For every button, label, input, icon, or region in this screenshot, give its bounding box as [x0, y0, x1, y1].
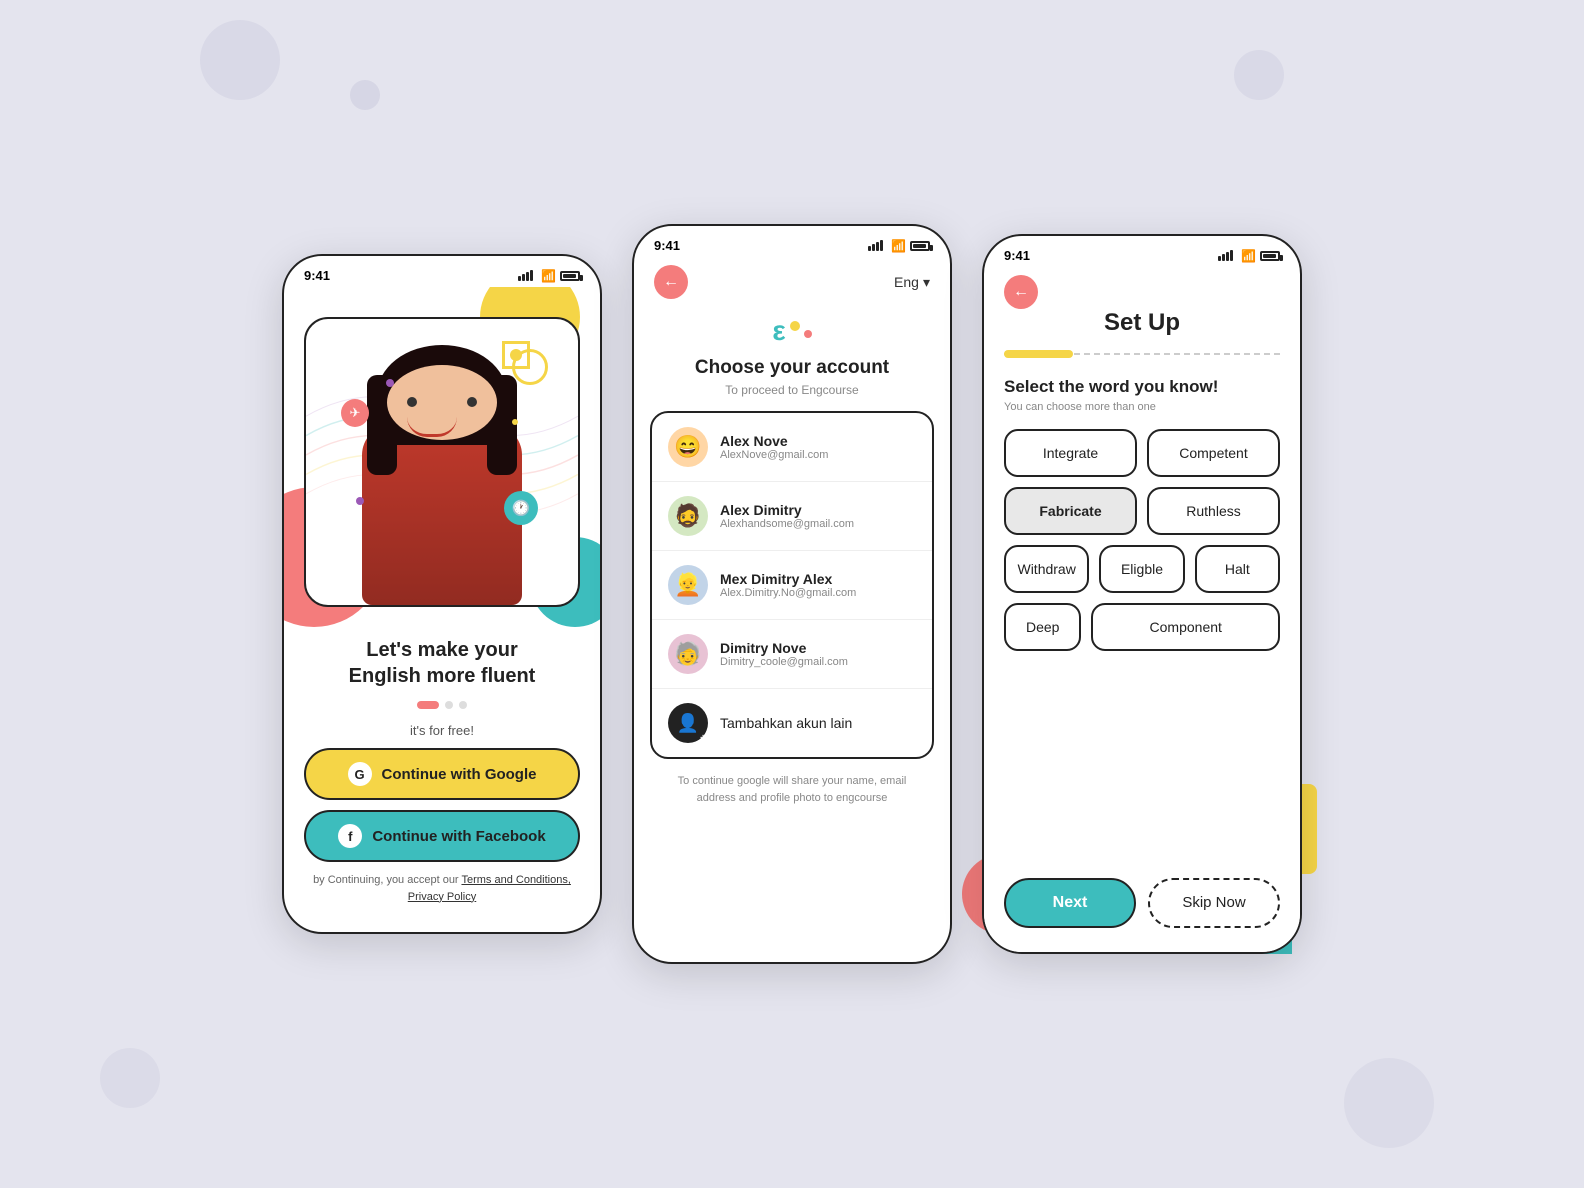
phone-1: 9:41 📶 [282, 254, 602, 934]
avatar-4: 🧓 [668, 634, 708, 674]
deco-dot-4 [510, 349, 522, 361]
words-subtitle: Select the word you know! [1004, 377, 1280, 397]
add-account-item[interactable]: 👤 + Tambahkan akun lain [652, 689, 932, 757]
battery-1 [560, 271, 580, 281]
deco-dot-3 [356, 497, 364, 505]
logo-dot-yellow [790, 321, 800, 331]
phone3-content: Set Up Select the word you know! You can… [984, 309, 1300, 651]
phone1-text: Let's make your English more fluent it's… [284, 627, 600, 738]
deco-dot-1 [386, 379, 394, 387]
accounts-list: 😄 Alex Nove AlexNove@gmail.com 🧔 Alex Di… [650, 411, 934, 759]
phone3-bottom-actions: Next Skip Now [984, 864, 1300, 952]
word-withdraw[interactable]: Withdraw [1004, 545, 1089, 593]
account-item-1[interactable]: 😄 Alex Nove AlexNove@gmail.com [652, 413, 932, 482]
add-account-text: Tambahkan akun lain [720, 715, 852, 731]
phone-3: 9:41 📶 ← Set Up [982, 234, 1302, 954]
google-btn[interactable]: G Continue with Google [304, 748, 580, 800]
hero-card: ✈ 🕐 [304, 317, 580, 607]
time-3: 9:41 [1004, 248, 1030, 263]
deco-send-icon: ✈ [341, 399, 369, 427]
account-info-2: Alex Dimitry Alexhandsome@gmail.com [720, 502, 916, 530]
phone2-header: ← Eng ▾ [634, 257, 950, 299]
dot-1 [417, 701, 439, 709]
word-component[interactable]: Component [1091, 603, 1280, 651]
time-1: 9:41 [304, 268, 330, 283]
free-label: it's for free! [304, 723, 580, 738]
phone3-header: ← [984, 267, 1300, 309]
word-eligble[interactable]: Eligble [1099, 545, 1184, 593]
account-info-1: Alex Nove AlexNove@gmail.com [720, 433, 916, 461]
word-competent[interactable]: Competent [1147, 429, 1280, 477]
back-btn-2[interactable]: ← [654, 265, 688, 299]
add-avatar: 👤 + [668, 703, 708, 743]
status-bar-2: 9:41 📶 [634, 226, 950, 257]
account-item-4[interactable]: 🧓 Dimitry Nove Dimitry_coole@gmail.com [652, 620, 932, 689]
phone1-headline: Let's make your English more fluent [304, 637, 580, 689]
time-2: 9:41 [654, 238, 680, 253]
logo-letter: ε [772, 315, 785, 347]
phone2-subtitle: To proceed to Engcourse [634, 383, 950, 397]
account-info-3: Mex Dimitry Alex Alex.Dimitry.No@gmail.c… [720, 571, 916, 599]
progress-fill [1004, 350, 1073, 358]
account-item-2[interactable]: 🧔 Alex Dimitry Alexhandsome@gmail.com [652, 482, 932, 551]
phone-2: 9:41 📶 ← Eng ▾ [632, 224, 952, 964]
dot-2 [445, 701, 453, 709]
hero-image-area: ✈ 🕐 [284, 287, 600, 627]
dot-3 [459, 701, 467, 709]
page-indicator [304, 701, 580, 709]
status-icons-2: 📶 [868, 239, 930, 253]
skip-btn[interactable]: Skip Now [1148, 878, 1280, 928]
deco-dot-2 [512, 419, 518, 425]
setup-title: Set Up [1004, 309, 1280, 337]
words-row-3: Withdraw Eligble Halt [1004, 545, 1280, 593]
google-icon: G [348, 762, 372, 786]
words-row-4: Deep Component [1004, 603, 1280, 651]
phone2-title: Choose your account [634, 357, 950, 379]
status-bar-1: 9:41 📶 [284, 256, 600, 287]
progress-bar [1004, 351, 1280, 357]
words-row-1: Integrate Competent [1004, 429, 1280, 477]
deco-clock-icon: 🕐 [504, 491, 538, 525]
facebook-icon: f [338, 824, 362, 848]
avatar-3: 👱 [668, 565, 708, 605]
facebook-btn[interactable]: f Continue with Facebook [304, 810, 580, 862]
status-icons-1: 📶 [518, 269, 580, 283]
logo-dot-pink [804, 330, 812, 338]
lang-selector[interactable]: Eng ▾ [894, 274, 930, 291]
avatar-2: 🧔 [668, 496, 708, 536]
status-icons-3: 📶 [1218, 249, 1280, 263]
status-bar-3: 9:41 📶 [984, 236, 1300, 267]
words-hint: You can choose more than one [1004, 401, 1280, 413]
next-btn[interactable]: Next [1004, 878, 1136, 928]
word-ruthless[interactable]: Ruthless [1147, 487, 1280, 535]
word-fabricate[interactable]: Fabricate [1004, 487, 1137, 535]
terms-text: by Continuing, you accept our Terms and … [284, 872, 600, 905]
word-halt[interactable]: Halt [1195, 545, 1280, 593]
words-row-2: Fabricate Ruthless [1004, 487, 1280, 535]
battery-3 [1260, 251, 1280, 261]
phone2-footer: To continue google will share your name,… [634, 759, 950, 806]
back-btn-3[interactable]: ← [1004, 275, 1038, 309]
word-deep[interactable]: Deep [1004, 603, 1081, 651]
word-integrate[interactable]: Integrate [1004, 429, 1137, 477]
app-logo: ε [634, 299, 950, 357]
account-info-4: Dimitry Nove Dimitry_coole@gmail.com [720, 640, 916, 668]
battery-2 [910, 241, 930, 251]
account-item-3[interactable]: 👱 Mex Dimitry Alex Alex.Dimitry.No@gmail… [652, 551, 932, 620]
avatar-1: 😄 [668, 427, 708, 467]
